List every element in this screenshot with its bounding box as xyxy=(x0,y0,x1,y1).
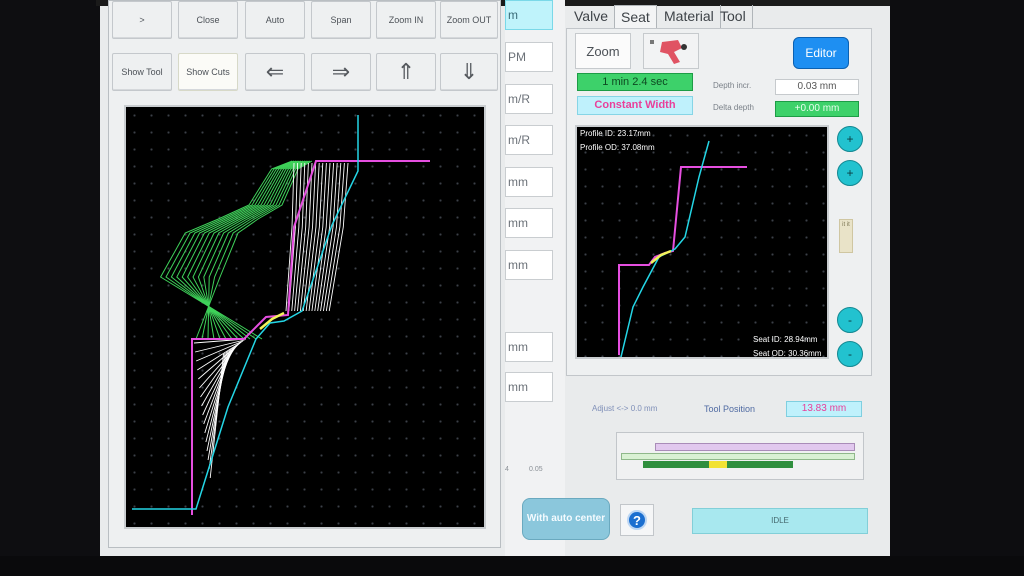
minus-button-2[interactable]: - xyxy=(837,341,863,367)
scale-tick: 4 xyxy=(505,466,509,473)
expand-button[interactable]: > xyxy=(112,1,172,39)
profile-line xyxy=(618,166,747,355)
help-button[interactable]: ? xyxy=(620,504,654,536)
cut-path-drawing xyxy=(132,115,430,515)
arrow-left-button[interactable]: ⇐ xyxy=(245,53,305,91)
green-pass xyxy=(170,160,296,340)
arrow-up-button[interactable]: ⇑ xyxy=(376,53,436,91)
gauge-bar-middle xyxy=(621,453,855,460)
param-cell[interactable]: mm xyxy=(505,167,553,197)
tool-position-label: Tool Position xyxy=(704,404,756,414)
monitor-bezel-right xyxy=(890,0,1024,576)
hidden-parameters-column: m PM m/R m/R mm mm mm mm mm 4 0.05 xyxy=(505,0,565,556)
arrow-right-button[interactable]: ⇒ xyxy=(311,53,371,91)
cut-mode-selector[interactable]: Constant Width xyxy=(577,96,693,115)
cut-path-canvas[interactable] xyxy=(124,105,486,529)
gauge-position-marker xyxy=(709,461,727,468)
seat-id-text: Seat ID: 28.94mm xyxy=(753,335,818,344)
param-cell[interactable]: mm xyxy=(505,208,553,238)
delta-depth-field[interactable]: +0.00 mm xyxy=(775,101,859,117)
arrow-down-button[interactable]: ⇓ xyxy=(440,53,498,91)
seat-profile-canvas[interactable]: Profile ID: 23.17mm Profile OD: 37.08mm … xyxy=(575,125,829,359)
zoom-in-button[interactable]: Zoom IN xyxy=(376,1,436,39)
tool-icon xyxy=(650,40,687,64)
white-pass xyxy=(206,350,229,452)
tool-icon-button[interactable] xyxy=(643,33,699,69)
depth-incr-label: Depth incr. xyxy=(713,81,752,90)
tool-position-gauge xyxy=(616,432,864,480)
tab-material[interactable]: Material xyxy=(658,5,721,29)
plus-button-2[interactable]: + xyxy=(837,160,863,186)
white-pass xyxy=(195,340,244,362)
param-cell[interactable]: mm xyxy=(505,332,553,362)
side-indicator: it it xyxy=(839,219,853,253)
seat-od-text: Seat OD: 30.36mm xyxy=(753,349,822,358)
delta-depth-label: Delta depth xyxy=(713,103,754,112)
param-cell[interactable]: m xyxy=(505,0,553,30)
green-cut-passes xyxy=(159,160,313,340)
green-pass xyxy=(176,160,298,340)
adjust-readout: Adjust <-> 0.0 mm xyxy=(592,404,658,413)
param-cell[interactable]: mm xyxy=(505,250,553,280)
cycle-time-display: 1 min 2.4 sec xyxy=(577,73,693,91)
seat-line xyxy=(620,140,710,357)
seat-line xyxy=(132,115,359,510)
seat-panel: Zoom Editor 1 min 2.4 sec Constant Width… xyxy=(566,28,872,376)
tool-position-value: 13.83 mm xyxy=(786,401,862,417)
status-bar: IDLE xyxy=(692,508,868,534)
monitor-bezel-left xyxy=(0,0,100,576)
depth-incr-field[interactable]: 0.03 mm xyxy=(775,79,859,95)
scale-tick: 0.05 xyxy=(529,466,543,473)
seat-profile-drawing xyxy=(618,140,747,357)
param-cell[interactable]: m/R xyxy=(505,125,553,155)
show-tool-button[interactable]: Show Tool xyxy=(112,53,172,91)
show-cuts-button[interactable]: Show Cuts xyxy=(178,53,238,91)
auto-button[interactable]: Auto xyxy=(245,1,305,39)
zoom-button[interactable]: Zoom xyxy=(575,33,631,69)
target-profile-line xyxy=(191,160,430,515)
minus-button-1[interactable]: - xyxy=(837,307,863,333)
cut-preview-window: > Close Auto Span Zoom IN Zoom OUT Show … xyxy=(108,0,501,548)
white-pass xyxy=(205,349,230,443)
param-cell[interactable]: mm xyxy=(505,372,553,402)
param-cell[interactable]: m/R xyxy=(505,84,553,114)
gauge-bar-top xyxy=(655,443,855,451)
zoom-out-button[interactable]: Zoom OUT xyxy=(440,1,498,39)
monitor-bezel-bottom xyxy=(0,556,1024,576)
question-icon: ? xyxy=(627,510,647,530)
tab-seat[interactable]: Seat xyxy=(614,5,657,29)
tab-valve[interactable]: Valve xyxy=(568,5,615,29)
tab-tool[interactable]: Tool xyxy=(714,5,753,29)
plus-button-1[interactable]: + xyxy=(837,126,863,152)
close-button[interactable]: Close xyxy=(178,1,238,39)
editor-button[interactable]: Editor xyxy=(793,37,849,69)
param-cell[interactable]: PM xyxy=(505,42,553,72)
auto-center-button[interactable]: With auto center xyxy=(522,498,610,540)
span-button[interactable]: Span xyxy=(311,1,371,39)
